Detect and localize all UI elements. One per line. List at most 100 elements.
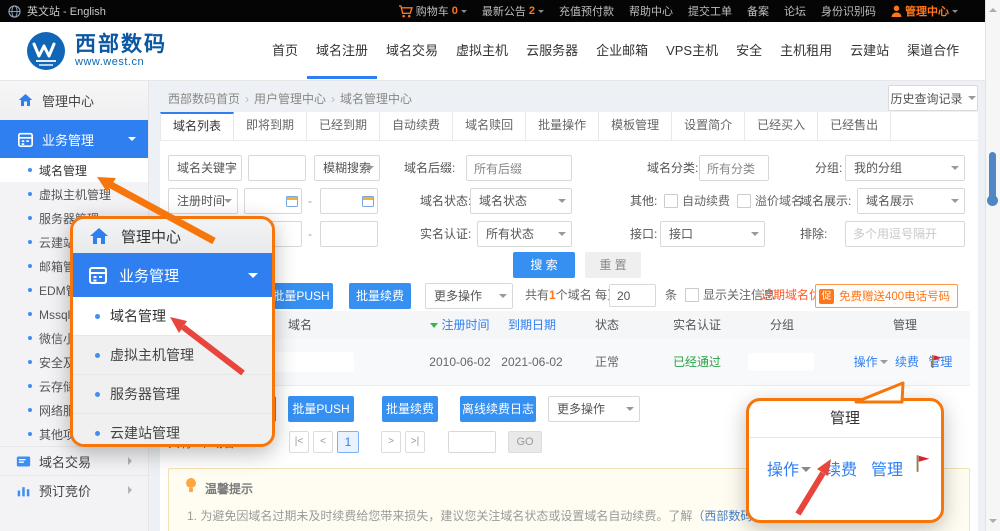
calendar-icon [362, 195, 374, 207]
tab[interactable]: 已经到期 [307, 112, 380, 140]
announcement-count: 2 [529, 5, 535, 17]
user-menu[interactable]: 管理中心 [891, 3, 958, 19]
suffix-input[interactable] [466, 155, 572, 181]
reset-button[interactable]: 重 置 [585, 252, 641, 278]
nav-item[interactable]: 首页 [263, 22, 307, 79]
nav-item[interactable]: 域名交易 [377, 22, 447, 79]
tab[interactable]: 设置简介 [672, 112, 745, 140]
sidebar-sub-item[interactable]: 域名管理 [0, 158, 148, 182]
batch-renew-button[interactable]: 批量续费 [349, 283, 411, 309]
prev-page-button[interactable]: < [313, 431, 333, 453]
user-menu-label: 管理中心 [905, 3, 949, 19]
realname-select[interactable]: 所有状态 [477, 221, 572, 247]
nav-item[interactable]: 域名注册 [307, 22, 377, 79]
language-switch[interactable]: 英文站 - English [27, 3, 106, 19]
topbar-link[interactable]: 提交工单 [688, 3, 732, 19]
tab[interactable]: 自动续费 [380, 112, 453, 140]
tab[interactable]: 域名赎回 [453, 112, 526, 140]
logo[interactable]: 西部数码 www.west.cn [26, 31, 167, 71]
page-number-button[interactable]: 1 [337, 431, 359, 453]
topbar-link[interactable]: 备案 [747, 3, 769, 19]
popup-item-management-center[interactable]: 管理中心 [73, 219, 272, 253]
tab[interactable]: 已经售出 [818, 112, 891, 140]
tab[interactable]: 模板管理 [599, 112, 672, 140]
sidebar-item-reservation-bidding[interactable]: 预订竞价 [0, 475, 148, 504]
popup-menu-item[interactable]: 虚拟主机管理 [73, 335, 272, 374]
batch-renew-button-2[interactable]: 批量续费 [382, 396, 438, 422]
status-select[interactable]: 域名状态 [470, 188, 572, 214]
sidebar-item-domain-trade[interactable]: 域名交易 [0, 446, 148, 475]
scroll-up-icon[interactable] [989, 4, 997, 12]
flag-icon[interactable] [914, 454, 933, 473]
history-query-button[interactable]: 历史查询记录 [888, 85, 978, 111]
announcement-link[interactable]: 最新公告 2 [482, 3, 544, 19]
topbar-link[interactable]: 论坛 [784, 3, 806, 19]
sidebar-item-management-center[interactable]: 管理中心 [0, 80, 148, 120]
nav-item[interactable]: 云服务器 [517, 22, 587, 79]
port-select[interactable]: 接口 [660, 221, 765, 247]
popup-menu-item[interactable]: 云建站管理 [73, 413, 272, 447]
batch-push-button[interactable]: 批量PUSH [269, 283, 333, 309]
popup-item-business-management[interactable]: 业务管理 [73, 253, 272, 297]
scroll-down-icon[interactable] [989, 519, 997, 527]
topbar-link[interactable]: 充值预付款 [559, 3, 614, 19]
exclude-input[interactable] [845, 221, 965, 247]
per-page-input[interactable] [609, 284, 656, 307]
last-page-button[interactable]: >| [405, 431, 425, 453]
breadcrumb-item[interactable]: 西部数码首页 [168, 92, 240, 106]
time-type-select[interactable]: 注册时间 [168, 188, 238, 214]
scrollbar[interactable] [985, 0, 1000, 531]
search-button[interactable]: 搜 索 [513, 252, 575, 278]
nav-item[interactable]: 企业邮箱 [587, 22, 657, 79]
topbar-link[interactable]: 身份识别码 [821, 3, 876, 19]
popup-menu-item[interactable]: 服务器管理 [73, 374, 272, 413]
popup-menu-item[interactable]: 域名管理 [73, 297, 272, 335]
breadcrumb-item[interactable]: 用户管理中心 [254, 92, 326, 106]
next-page-button[interactable]: > [381, 431, 401, 453]
row-renew-link[interactable]: 续费 [895, 355, 919, 369]
bullet-icon [95, 392, 100, 397]
scrollbar-thumb[interactable] [989, 152, 996, 200]
tab[interactable]: 域名列表 [160, 112, 234, 140]
sidebar-sub-item[interactable]: 虚拟主机管理 [0, 182, 148, 206]
display-select[interactable]: 域名展示 [857, 188, 965, 214]
cart-link[interactable]: 购物车 0 [398, 3, 467, 19]
more-actions-select-2[interactable]: 更多操作 [548, 396, 640, 422]
fuzzy-search-select[interactable]: 模糊搜索 [314, 155, 380, 181]
topbar-link[interactable]: 帮助中心 [629, 3, 673, 19]
chevron-down-icon [499, 294, 507, 302]
chevron-down-icon [224, 199, 232, 207]
promo-badge[interactable]: 促 免费赠送400电话号码 [815, 284, 958, 308]
page-jump-input[interactable] [448, 431, 496, 453]
premium-domain-checkbox[interactable]: 溢价域名 [737, 188, 803, 214]
more-actions-select[interactable]: 更多操作 [425, 283, 513, 309]
keyword-type-select[interactable]: 域名关键字 [168, 155, 242, 181]
offline-renew-log-button[interactable]: 离线续费日志 [460, 396, 536, 422]
keyword-input[interactable] [248, 155, 306, 181]
row-op-dropdown[interactable]: 操作 [854, 355, 888, 369]
tab[interactable]: 批量操作 [526, 112, 599, 140]
nav-item[interactable]: 渠道合作 [898, 22, 968, 79]
date-start-input[interactable] [244, 188, 302, 214]
nav-item[interactable]: 云建站 [841, 22, 898, 79]
date-end-input[interactable] [320, 188, 378, 214]
popup-renew-link[interactable]: 续费 [825, 456, 857, 480]
range-end-input[interactable] [320, 221, 378, 247]
auto-renew-checkbox[interactable]: 自动续费 [664, 188, 730, 214]
page-go-button[interactable]: GO [508, 431, 542, 453]
premium-domain-label: 溢价域名 [755, 188, 803, 214]
group-select[interactable]: 我的分组 [845, 155, 965, 181]
nav-item[interactable]: 虚拟主机 [447, 22, 517, 79]
sidebar-item-business-management[interactable]: 业务管理 [0, 120, 148, 158]
first-page-button[interactable]: |< [289, 431, 309, 453]
tab[interactable]: 已经买入 [745, 112, 818, 140]
popup-op-dropdown[interactable]: 操作 [767, 456, 811, 480]
batch-push-button-2[interactable]: 批量PUSH [288, 396, 354, 422]
popup-manage-link[interactable]: 管理 [871, 456, 903, 480]
nav-item[interactable]: VPS主机 [657, 22, 727, 79]
nav-item[interactable]: 安全 [727, 22, 771, 79]
nav-item[interactable]: 主机租用 [771, 22, 841, 79]
category-input[interactable] [699, 155, 769, 181]
flag-icon[interactable] [930, 354, 945, 369]
tab[interactable]: 即将到期 [234, 112, 307, 140]
